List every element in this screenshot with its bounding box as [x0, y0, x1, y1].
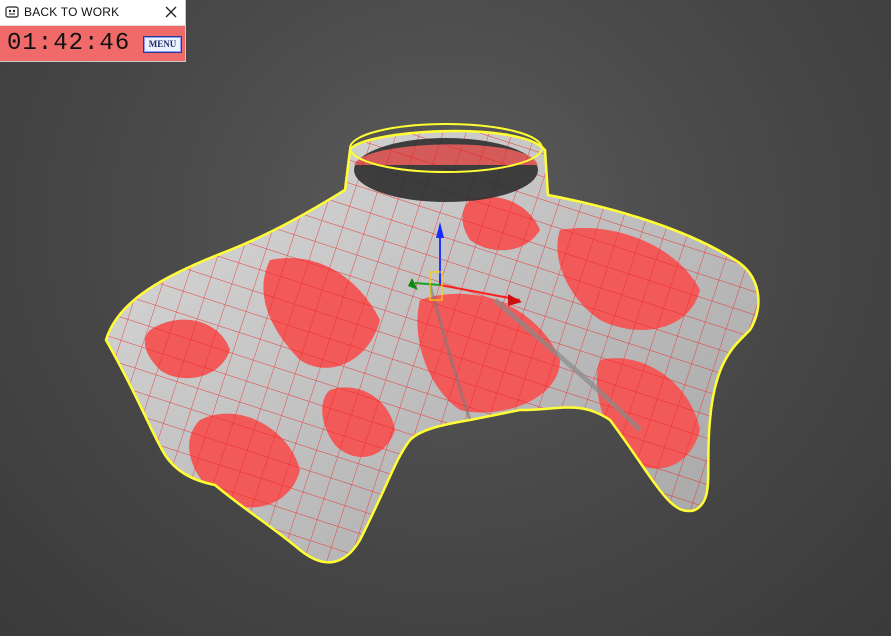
window-title: BACK TO WORK [24, 5, 120, 19]
timer-widget[interactable]: BACK TO WORK 01:42:46 MENU [0, 0, 185, 61]
timer-display: 01:42:46 [7, 30, 131, 57]
timer-titlebar[interactable]: BACK TO WORK [0, 0, 185, 26]
3d-viewport[interactable] [0, 0, 891, 636]
menu-button[interactable]: MENU [143, 36, 182, 53]
close-icon [165, 6, 177, 18]
close-button[interactable] [157, 0, 185, 25]
collar-mesh-render[interactable] [0, 0, 891, 636]
app-face-icon [5, 6, 19, 18]
